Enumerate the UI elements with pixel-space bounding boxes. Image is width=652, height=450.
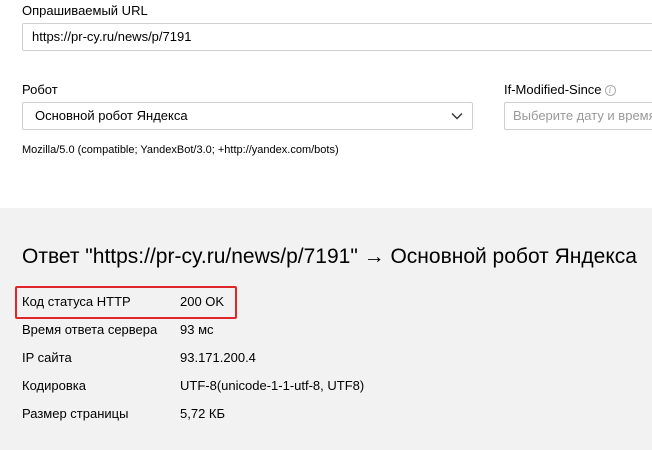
- page: Опрашиваемый URL https://pr-cy.ru/news/p…: [0, 0, 652, 450]
- row-key: Кодировка: [22, 378, 86, 393]
- chevron-down-icon: [451, 113, 463, 120]
- row-key: Время ответа сервера: [22, 322, 158, 337]
- url-label: Опрашиваемый URL: [22, 3, 148, 18]
- row-value: UTF-8(unicode-1-1-utf-8, UTF8): [180, 378, 365, 393]
- row-key: IP сайта: [22, 350, 72, 365]
- info-icon[interactable]: i: [604, 85, 616, 96]
- row-value: 93.171.200.4: [180, 350, 256, 365]
- row-value: 5,72 КБ: [180, 406, 226, 421]
- row-value: 93 мс: [180, 322, 214, 337]
- if-modified-since-input[interactable]: Выберите дату и время: [504, 102, 652, 130]
- ims-label: If-Modified-Since i: [504, 82, 616, 97]
- row-key: Размер страницы: [22, 406, 129, 421]
- request-form: Опрашиваемый URL https://pr-cy.ru/news/p…: [0, 0, 652, 208]
- robot-select[interactable]: Основной робот Яндекса: [22, 102, 473, 130]
- response-title: Ответ "https://pr-cy.ru/news/p/7191" → О…: [22, 245, 637, 268]
- row-key: Код статуса HTTP: [22, 294, 131, 309]
- user-agent-string: Mozilla/5.0 (compatible; YandexBot/3.0; …: [22, 144, 339, 156]
- robot-label: Робот: [22, 82, 58, 97]
- url-input[interactable]: https://pr-cy.ru/news/p/7191: [22, 23, 652, 51]
- ims-label-text: If-Modified-Since: [504, 82, 602, 97]
- response-panel: Ответ "https://pr-cy.ru/news/p/7191" → О…: [0, 208, 652, 450]
- robot-select-value: Основной робот Яндекса: [35, 108, 188, 123]
- row-value: 200 OK: [180, 294, 225, 309]
